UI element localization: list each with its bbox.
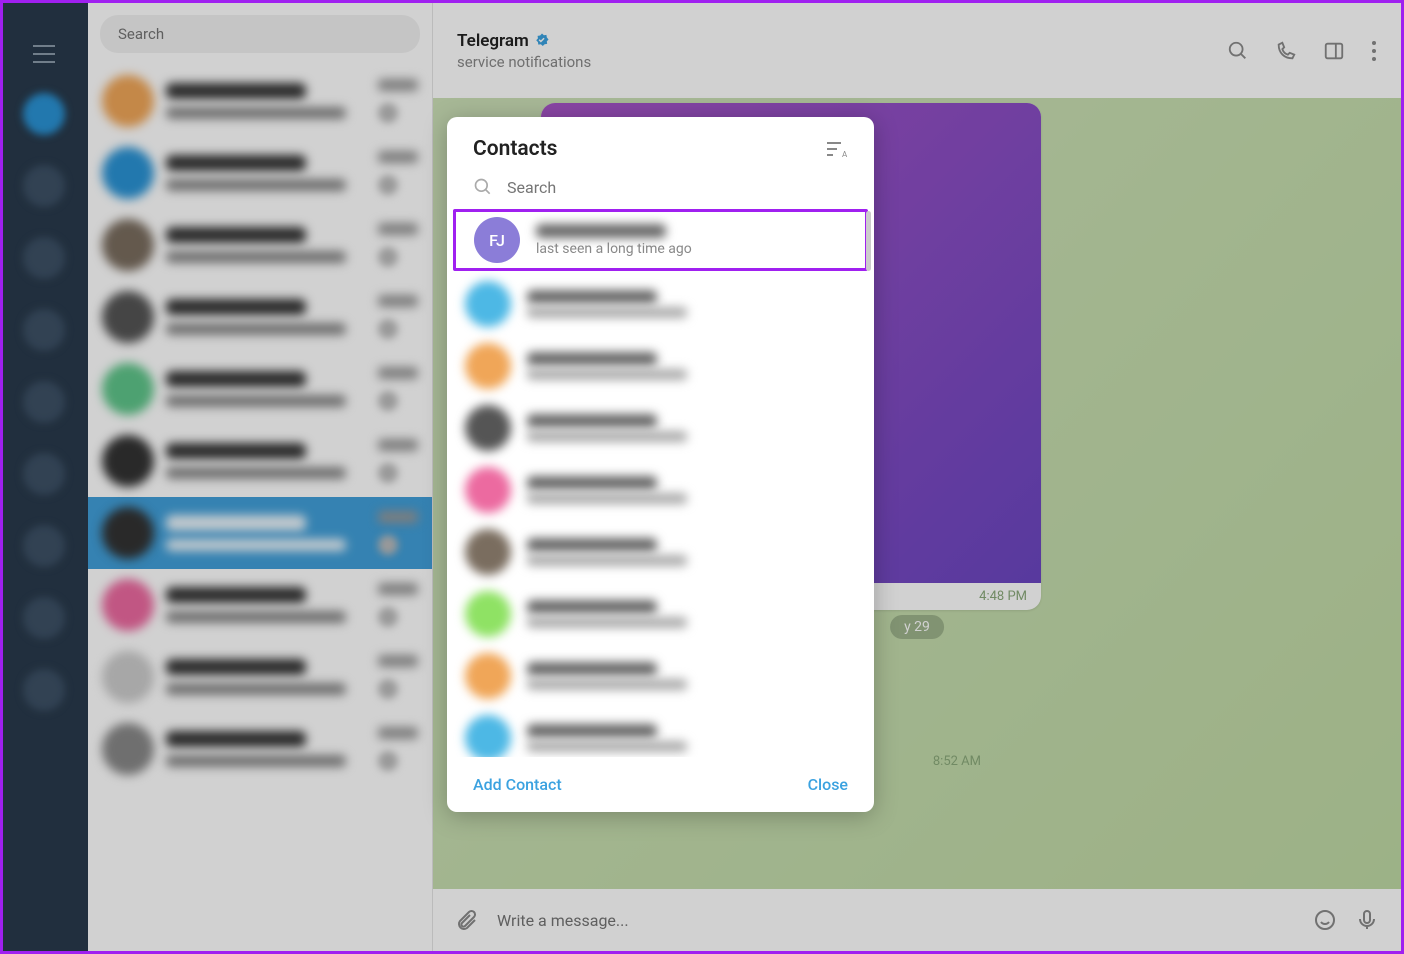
avatar [465,529,511,575]
contact-status [527,307,687,318]
contact-name [527,724,657,738]
contact-status [527,679,687,690]
contact-name [527,538,657,552]
contact-name [527,290,657,304]
avatar [465,281,511,327]
contact-name [527,352,657,366]
contact-status [527,741,687,752]
avatar [465,343,511,389]
modal-title: Contacts [473,137,824,161]
contact-item[interactable] [447,707,874,757]
contact-item[interactable] [447,335,874,397]
scrollbar-thumb[interactable] [866,211,871,271]
contact-status [527,555,687,566]
avatar [465,405,511,451]
contact-name [536,224,666,238]
contact-status [527,617,687,628]
contact-item[interactable] [447,521,874,583]
add-contact-button[interactable]: Add Contact [473,775,562,794]
contact-name [527,662,657,676]
contact-name [527,414,657,428]
avatar [465,653,511,699]
contact-status: last seen a long time ago [536,241,847,257]
contact-status [527,431,687,442]
avatar [465,715,511,757]
svg-text:A: A [842,150,848,159]
contact-item[interactable] [447,273,874,335]
search-icon [473,177,493,197]
contact-name [527,600,657,614]
avatar: FJ [474,217,520,263]
close-button[interactable]: Close [808,775,848,794]
contact-item[interactable]: FJ last seen a long time ago [453,209,868,271]
contact-item[interactable] [447,583,874,645]
contacts-search-input[interactable] [507,178,848,197]
contact-status [527,493,687,504]
contact-item[interactable] [447,459,874,521]
avatar [465,467,511,513]
sort-icon[interactable]: A [824,139,848,159]
avatar [465,591,511,637]
contacts-modal: Contacts A FJ last seen a long time ago A… [447,117,874,812]
contact-status [527,369,687,380]
contact-name [527,476,657,490]
contacts-list[interactable]: FJ last seen a long time ago [447,207,874,757]
contact-item[interactable] [447,645,874,707]
contact-item[interactable] [447,397,874,459]
